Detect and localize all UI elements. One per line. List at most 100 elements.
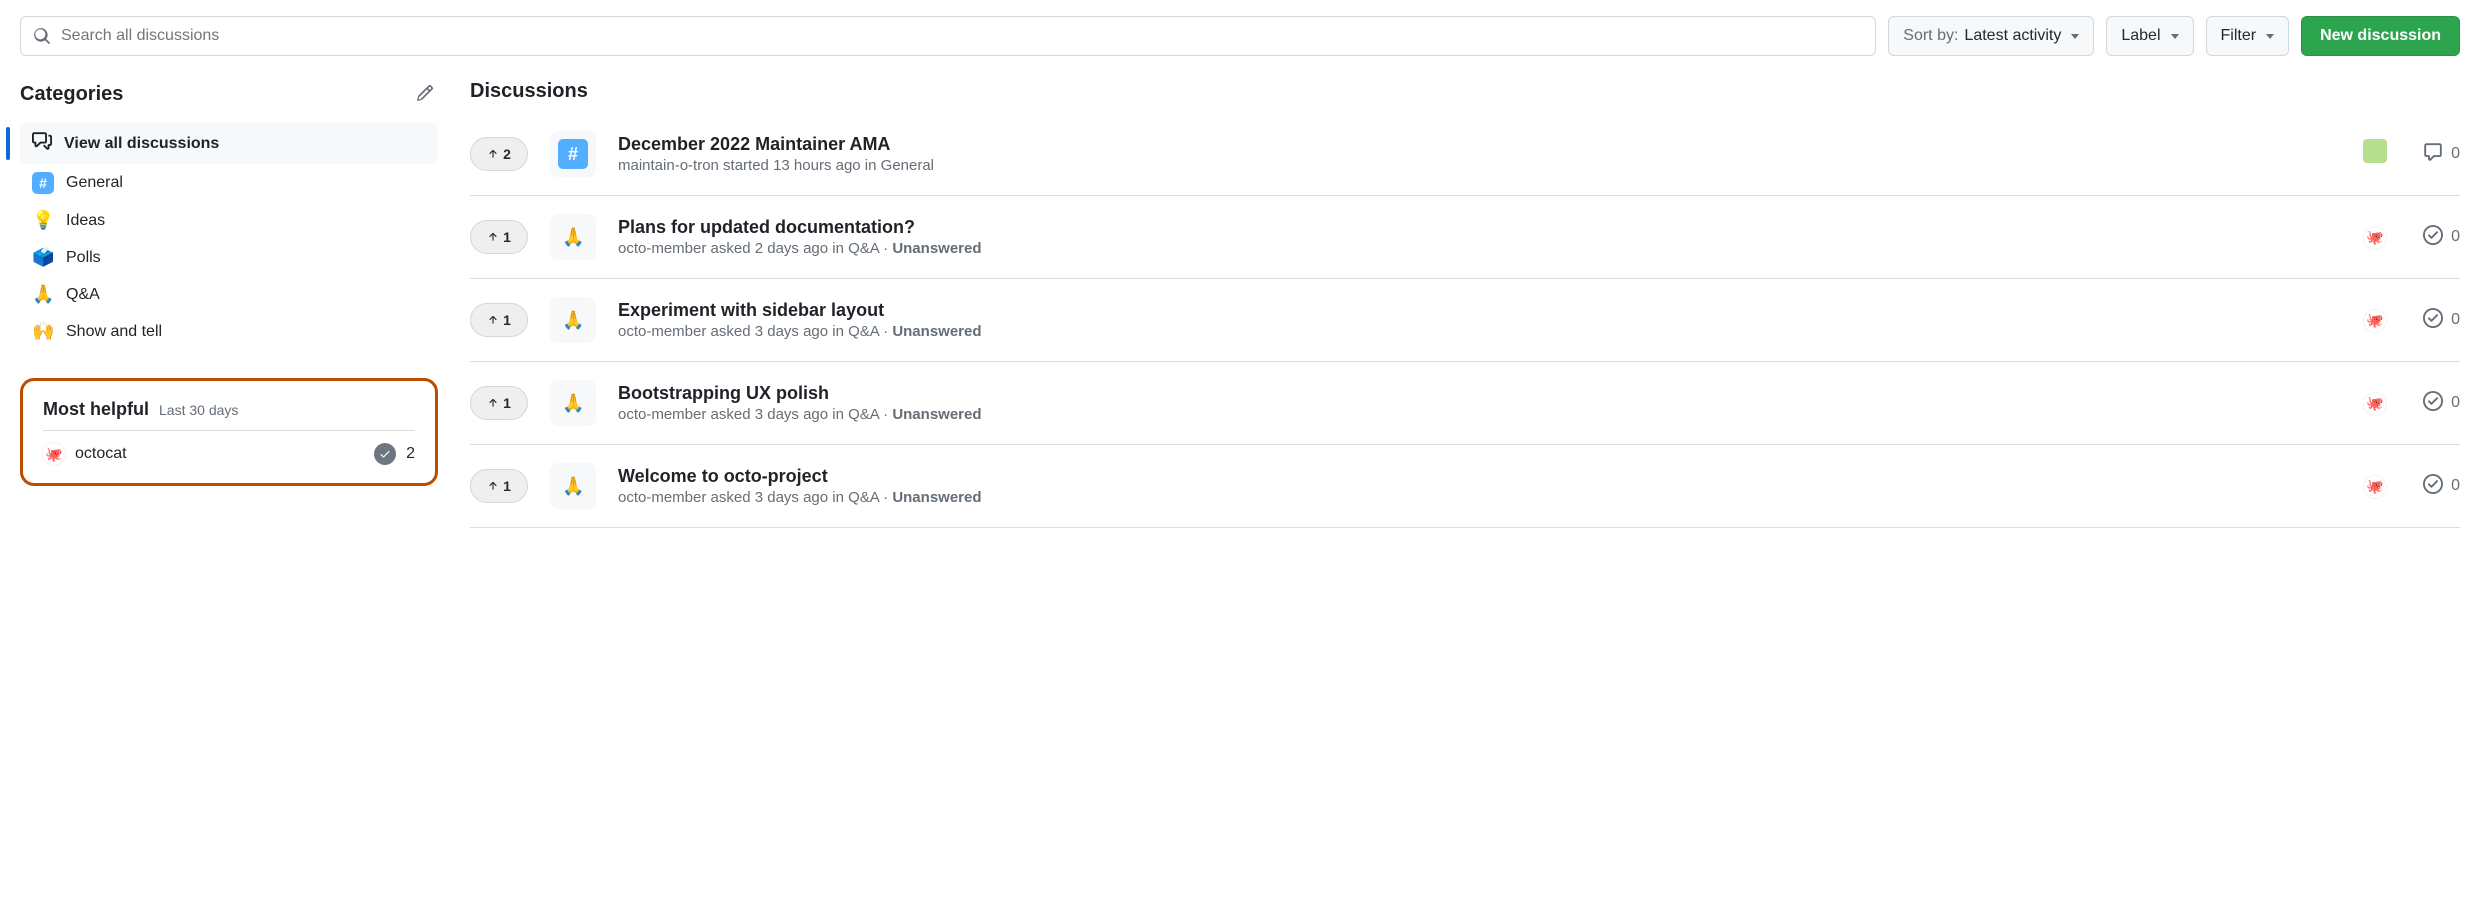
chevron-down-icon bbox=[2071, 34, 2079, 39]
comments-indicator[interactable]: 0 bbox=[2412, 142, 2460, 167]
vote-button[interactable]: 2 bbox=[470, 137, 528, 171]
vote-button[interactable]: 1 bbox=[470, 386, 528, 420]
comments-indicator[interactable]: 0 bbox=[2412, 308, 2460, 333]
sidebar-item-label: Ideas bbox=[66, 212, 105, 230]
categories-list: View all discussions # General 💡 Ideas 🗳… bbox=[20, 123, 438, 350]
discussion-meta: octo-member asked 3 days ago in Q&A · Un… bbox=[618, 406, 2338, 423]
sidebar-item-label: General bbox=[66, 174, 123, 192]
bulb-icon: 💡 bbox=[32, 210, 54, 231]
discussion-status: Unanswered bbox=[892, 489, 981, 506]
sidebar-item-qa[interactable]: 🙏 Q&A bbox=[20, 276, 438, 313]
circle-check-icon bbox=[2423, 391, 2443, 416]
comments-count: 0 bbox=[2451, 228, 2460, 246]
pray-icon: 🙏 bbox=[562, 310, 584, 331]
arrow-up-icon bbox=[487, 397, 499, 409]
sidebar-item-all[interactable]: View all discussions bbox=[20, 123, 438, 164]
sidebar-item-general[interactable]: # General bbox=[20, 164, 438, 202]
most-helpful-user-row[interactable]: 🐙 octocat 2 bbox=[43, 443, 415, 465]
vote-count: 1 bbox=[503, 478, 511, 494]
comments-indicator[interactable]: 0 bbox=[2412, 391, 2460, 416]
sidebar-item-label: View all discussions bbox=[64, 135, 219, 153]
sort-button[interactable]: Sort by: Latest activity bbox=[1888, 16, 2094, 56]
most-helpful-count: 2 bbox=[406, 445, 415, 463]
circle-check-icon bbox=[2423, 474, 2443, 499]
discussion-status: Unanswered bbox=[892, 406, 981, 423]
sidebar-item-ideas[interactable]: 💡 Ideas bbox=[20, 202, 438, 239]
comments-indicator[interactable]: 0 bbox=[2412, 474, 2460, 499]
comments-count: 0 bbox=[2451, 311, 2460, 329]
avatar bbox=[2363, 139, 2387, 163]
pray-icon: 🙏 bbox=[562, 393, 584, 414]
avatar: 🐙 bbox=[2364, 227, 2386, 249]
discussion-title[interactable]: Welcome to octo-project bbox=[618, 466, 2338, 487]
sidebar-item-label: Q&A bbox=[66, 286, 100, 304]
pencil-icon bbox=[416, 84, 434, 102]
search-container[interactable] bbox=[20, 16, 1876, 56]
pray-icon: 🙏 bbox=[32, 284, 54, 305]
sidebar-item-polls[interactable]: 🗳️ Polls bbox=[20, 239, 438, 276]
category-icon-wrap: 🙏 bbox=[550, 214, 596, 260]
chevron-down-icon bbox=[2266, 34, 2274, 39]
comments-count: 0 bbox=[2451, 145, 2460, 163]
ballot-icon: 🗳️ bbox=[32, 247, 54, 268]
edit-categories-button[interactable] bbox=[412, 80, 438, 109]
search-icon bbox=[33, 27, 51, 45]
vote-count: 1 bbox=[503, 395, 511, 411]
discussion-meta: octo-member asked 3 days ago in Q&A · Un… bbox=[618, 489, 2338, 506]
comment-discussion-icon bbox=[32, 131, 52, 156]
discussion-meta: octo-member asked 3 days ago in Q&A · Un… bbox=[618, 323, 2338, 340]
avatar: 🐙 bbox=[43, 443, 65, 465]
hash-badge-icon: # bbox=[558, 139, 588, 169]
circle-check-icon bbox=[2423, 225, 2443, 250]
discussion-status: Unanswered bbox=[892, 240, 981, 257]
filter-button[interactable]: Filter bbox=[2206, 16, 2290, 56]
discussion-title[interactable]: December 2022 Maintainer AMA bbox=[618, 134, 2338, 155]
comments-indicator[interactable]: 0 bbox=[2412, 225, 2460, 250]
new-discussion-button[interactable]: New discussion bbox=[2301, 16, 2460, 56]
category-icon-wrap: 🙏 bbox=[550, 463, 596, 509]
raised-hands-icon: 🙌 bbox=[32, 321, 54, 342]
discussion-status: Unanswered bbox=[892, 323, 981, 340]
label-button[interactable]: Label bbox=[2106, 16, 2193, 56]
most-helpful-card: Most helpful Last 30 days 🐙 octocat 2 bbox=[20, 378, 438, 486]
comment-icon bbox=[2423, 142, 2443, 167]
comments-count: 0 bbox=[2451, 394, 2460, 412]
discussion-meta: octo-member asked 2 days ago in Q&A · Un… bbox=[618, 240, 2338, 257]
hash-badge-icon: # bbox=[32, 172, 54, 194]
sort-value: Latest activity bbox=[1964, 27, 2061, 45]
avatar: 🐙 bbox=[2364, 310, 2386, 332]
new-discussion-label: New discussion bbox=[2320, 27, 2441, 45]
sidebar-item-show-tell[interactable]: 🙌 Show and tell bbox=[20, 313, 438, 350]
discussion-row: 2 # December 2022 Maintainer AMA maintain-o… bbox=[470, 113, 2460, 196]
category-icon-wrap: # bbox=[550, 131, 596, 177]
discussion-title[interactable]: Bootstrapping UX polish bbox=[618, 383, 2338, 404]
discussion-row: 1 🙏 Welcome to octo-project octo-member ask… bbox=[470, 445, 2460, 528]
vote-button[interactable]: 1 bbox=[470, 469, 528, 503]
pray-icon: 🙏 bbox=[562, 476, 584, 497]
comments-count: 0 bbox=[2451, 477, 2460, 495]
pray-icon: 🙏 bbox=[562, 227, 584, 248]
most-helpful-subtitle: Last 30 days bbox=[159, 402, 238, 418]
discussion-title[interactable]: Experiment with sidebar layout bbox=[618, 300, 2338, 321]
arrow-up-icon bbox=[487, 480, 499, 492]
sidebar-item-label: Polls bbox=[66, 249, 101, 267]
search-input[interactable] bbox=[61, 27, 1863, 45]
sort-prefix: Sort by: bbox=[1903, 27, 1958, 45]
discussion-meta: maintain-o-tron started 13 hours ago in … bbox=[618, 157, 2338, 174]
arrow-up-icon bbox=[487, 231, 499, 243]
circle-check-icon bbox=[2423, 308, 2443, 333]
vote-count: 1 bbox=[503, 229, 511, 245]
discussions-heading: Discussions bbox=[470, 80, 2460, 103]
discussion-title[interactable]: Plans for updated documentation? bbox=[618, 217, 2338, 238]
main: Discussions 2 # December 2022 Maintainer A… bbox=[470, 80, 2460, 528]
categories-heading: Categories bbox=[20, 83, 123, 106]
check-badge-icon bbox=[374, 443, 396, 465]
vote-count: 2 bbox=[503, 146, 511, 162]
vote-button[interactable]: 1 bbox=[470, 303, 528, 337]
vote-button[interactable]: 1 bbox=[470, 220, 528, 254]
category-icon-wrap: 🙏 bbox=[550, 297, 596, 343]
arrow-up-icon bbox=[487, 314, 499, 326]
chevron-down-icon bbox=[2171, 34, 2179, 39]
discussion-row: 1 🙏 Bootstrapping UX polish octo-member ask… bbox=[470, 362, 2460, 445]
filter-button-text: Filter bbox=[2221, 27, 2257, 45]
